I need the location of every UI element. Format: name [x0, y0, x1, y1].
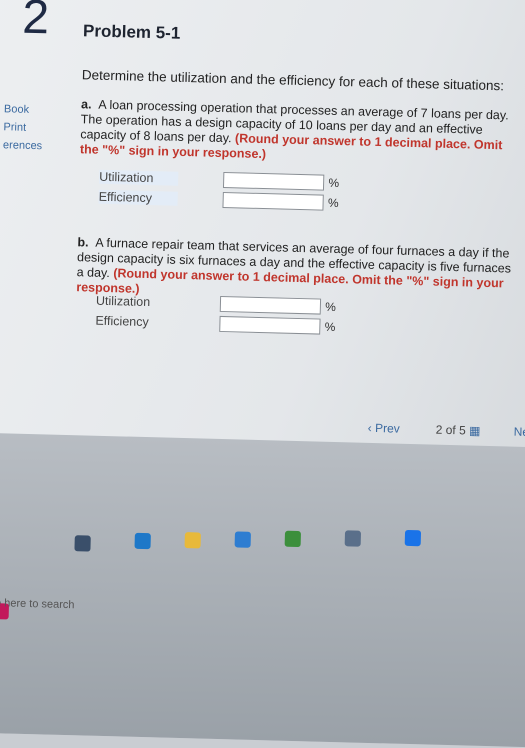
taskbar [0, 431, 525, 748]
task-view-icon[interactable] [74, 535, 91, 552]
efficiency-label: Efficiency [95, 313, 149, 330]
print-link[interactable]: Print [3, 121, 59, 134]
utilization-label: Utilization [95, 293, 151, 310]
chevron-left-icon: ‹ [367, 420, 372, 435]
screen: 2 Book Print erences Problem 5-1 Determi… [0, 0, 525, 748]
prev-label: Prev [374, 421, 400, 436]
prev-button[interactable]: ‹ Prev [368, 421, 400, 436]
part-b-answers: Utilization % Efficiency % [95, 292, 336, 338]
part-b-efficiency-input[interactable] [219, 315, 321, 335]
app-icon[interactable] [284, 530, 302, 548]
search-hint[interactable]: e here to search [0, 597, 75, 611]
book-link[interactable]: Book [4, 103, 60, 116]
question-number: 2 [21, 0, 50, 45]
store-icon[interactable] [234, 531, 251, 548]
part-b-efficiency-row: Efficiency % [95, 312, 336, 336]
page-total: 5 [458, 423, 466, 438]
grid-icon[interactable]: ▦ [469, 424, 481, 438]
page-of: of [445, 422, 456, 438]
part-b-utilization-input[interactable] [219, 295, 322, 315]
part-a-efficiency-row: Efficiency % [98, 188, 339, 212]
percent-sign: % [325, 299, 337, 314]
percent-sign: % [327, 195, 339, 211]
app-icon[interactable] [344, 530, 362, 547]
references-link[interactable]: erences [3, 139, 59, 152]
percent-sign: % [324, 319, 336, 334]
percent-sign: % [328, 175, 340, 191]
part-a-letter: a. [80, 97, 92, 112]
edge-icon[interactable] [134, 532, 151, 550]
next-label: Next [513, 424, 525, 440]
page-current: 2 [435, 422, 443, 437]
problem-title: Problem 5-1 [82, 21, 181, 43]
app-icon[interactable] [404, 529, 422, 547]
problem-intro: Determine the utilization and the effici… [81, 67, 505, 94]
part-b-letter: b. [77, 235, 89, 250]
next-button[interactable]: Next › [514, 425, 525, 440]
part-a-answers: Utilization % Efficiency % [98, 168, 339, 214]
efficiency-label: Efficiency [98, 189, 179, 206]
explorer-icon[interactable] [184, 532, 201, 549]
page-indicator: 2 of 5 ▦ [436, 423, 481, 438]
left-strip: Book Print erences [3, 103, 60, 158]
part-a: a. A loan processing operation that proc… [80, 97, 521, 168]
utilization-label: Utilization [99, 169, 179, 186]
part-a-efficiency-input[interactable] [222, 191, 325, 211]
part-a-utilization-input[interactable] [223, 171, 325, 191]
